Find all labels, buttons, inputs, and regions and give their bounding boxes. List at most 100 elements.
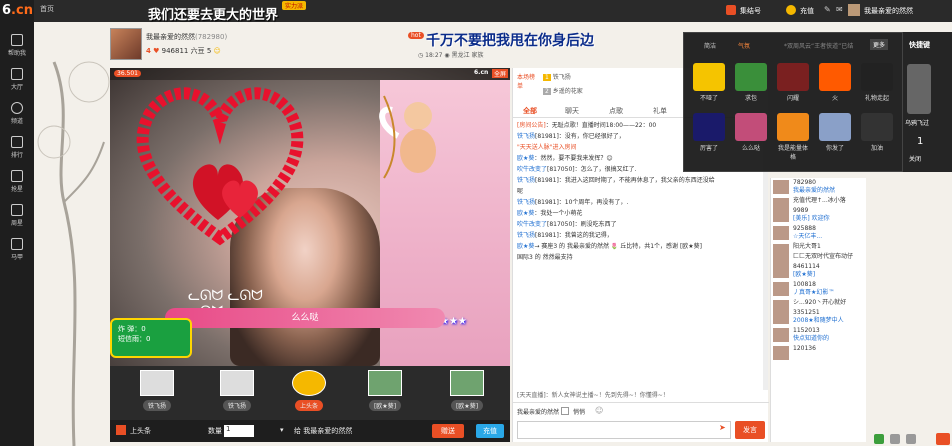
tab-all[interactable]: 全部 <box>523 106 537 116</box>
home-link[interactable]: 首页 <box>40 4 54 14</box>
user-list-item[interactable]: 8461114 [欧★葵] <box>771 262 866 280</box>
chat-message-user[interactable]: 吹牛改变了 <box>517 221 547 228</box>
private-checkbox[interactable] <box>561 407 569 415</box>
chat-message-user[interactable]: "天天送人脉"进入房间 <box>517 144 577 151</box>
chat-message-text: 国际3 的 然然最支持 <box>517 254 573 261</box>
user-list-item[interactable]: 阳光大哥1 <box>771 242 866 258</box>
user-list-item[interactable]: 9989 [美乐] 欢迎你 <box>771 206 866 224</box>
recharge-link[interactable]: 充值 <box>800 6 814 16</box>
user-list-item[interactable]: 925888 ☆天亿丰... <box>771 224 866 242</box>
rank-slot[interactable]: 铁飞扬 <box>130 370 184 416</box>
rank-top-2[interactable]: 2 乡遥的花家 <box>543 86 583 95</box>
headline-slot[interactable]: 上头条 <box>282 370 336 416</box>
chat-input[interactable] <box>517 421 731 439</box>
chat-message-user[interactable]: 铁飞扬 <box>517 133 535 140</box>
user-name: 8461114 <box>793 263 820 270</box>
rank-slot[interactable]: [欧★葵] <box>358 370 412 416</box>
tab-chat[interactable]: 聊天 <box>565 106 579 116</box>
chevron-down-icon[interactable]: ▾ <box>280 426 284 434</box>
user-list-item[interactable]: 120136 <box>771 344 866 360</box>
user-list-item[interactable]: 100818 丿真哥★幻影™ <box>771 280 866 298</box>
emoticon-item[interactable]: 你发了 <box>818 113 852 153</box>
emoticon-item[interactable]: 厉害了 <box>692 113 726 153</box>
emoticon-label: 礼物走起 <box>864 95 889 102</box>
chat-icon[interactable] <box>874 434 884 444</box>
count-label: 数量 <box>208 427 222 435</box>
mail-footer-icon[interactable] <box>890 434 900 444</box>
avatar <box>773 226 789 240</box>
fullscreen-button[interactable]: 全屏 <box>492 69 509 78</box>
send-arrow-icon[interactable]: ➤ <box>719 423 726 432</box>
user-list-item[interactable]: 充值代理↑...冰小落 <box>771 196 866 212</box>
chat-message-user[interactable]: 铁飞扬 <box>517 199 535 206</box>
gift-footer-icon[interactable] <box>936 433 950 445</box>
chat-message-user[interactable]: 铁飞扬 <box>517 177 535 184</box>
user-list-item[interactable]: 1152013 快点知道你的 <box>771 326 866 344</box>
cat-emoji-effect: ᓚᘏᗢ ᓚᘏᗢ ᓚᘏᗢ <box>188 288 263 320</box>
user-name: 782980 <box>793 179 816 186</box>
chat-message-text: ：无耻点歌！直播时间18:00——22：00 <box>545 122 657 129</box>
emoticon-item[interactable]: 闪耀 <box>776 63 810 103</box>
tab-songs[interactable]: 点歌 <box>609 106 623 116</box>
emoticon-item[interactable]: 么么哒 <box>734 113 768 153</box>
bangfu-link[interactable]: 集结号 <box>740 6 761 16</box>
sidebar-item-channel[interactable]: 频道 <box>0 98 34 128</box>
chat-message-text: [81981]：10个周年，再没有了，. <box>535 199 629 206</box>
gift-ribbon: 么么哒 <box>165 308 445 328</box>
chat-message: 欧★葵：我处一个小萌花 <box>513 208 763 219</box>
emoticon-label: 么么哒 <box>741 145 760 152</box>
sidebar-item-weekstar[interactable]: 周星 <box>0 200 34 230</box>
emoticon-image <box>693 63 725 91</box>
mail-icon[interactable]: ✉ <box>836 5 843 14</box>
chat-message-user[interactable]: 铁飞扬 <box>517 232 535 239</box>
user-list-item[interactable]: 3351251 2008★和随梦中人 <box>771 308 866 326</box>
emoticon-image <box>861 63 893 91</box>
emoticon-item[interactable]: 我是能量体格 <box>776 113 810 161</box>
chat-message-user[interactable]: 欧★葵 <box>517 210 534 217</box>
chat-message-user[interactable]: 欧★葵 <box>517 155 534 162</box>
smile-icon[interactable]: ☺ <box>595 406 603 415</box>
gift-target[interactable]: 给 我最亲爱的然然 <box>294 426 352 436</box>
user-list-item[interactable]: 782980 我最亲爱的然然 <box>771 178 866 196</box>
sidebar-item-rank[interactable]: 排行 <box>0 132 34 162</box>
headline-label[interactable]: 上头条 <box>130 426 151 436</box>
sidebar-item-vest[interactable]: 马甲 <box>0 234 34 264</box>
quick-key-panel: 快捷键 乌鸦飞过 1 关闭 <box>903 32 952 172</box>
settings-icon[interactable] <box>906 434 916 444</box>
gift-count-input[interactable]: 1 <box>224 425 254 437</box>
user-list-item[interactable]: 匚匚无双时代宣布动仔 <box>771 252 866 268</box>
tab-atmosphere[interactable]: 气氛 <box>738 41 750 50</box>
sidebar-item-help[interactable]: 帮助我 <box>0 30 34 60</box>
recharge-button[interactable]: 充值 <box>476 424 504 438</box>
sidebar-item-grab[interactable]: 抢星 <box>0 166 34 196</box>
close-quick-key[interactable]: 关闭 <box>909 154 921 163</box>
sidebar-item-hall[interactable]: 大厅 <box>0 64 34 94</box>
emoticon-item[interactable]: 不哑了 <box>692 63 726 103</box>
user-avatar[interactable] <box>848 4 860 16</box>
anchor-badge: 实力派 <box>282 1 307 10</box>
user-list-item[interactable]: シ...920丶开心就好 <box>771 298 866 314</box>
emoticon-item[interactable]: 求包 <box>734 63 768 103</box>
anchor-avatar[interactable] <box>110 28 142 60</box>
rank-slot[interactable]: [欧★葵] <box>440 370 494 416</box>
edit-icon[interactable]: ✎ <box>824 5 831 14</box>
send-gift-button[interactable]: 赠送 <box>432 424 464 438</box>
emoticon-image <box>819 63 851 91</box>
more-emoticons-button[interactable]: 更多 <box>870 39 889 50</box>
rank-top-1[interactable]: 1 铁飞扬 <box>543 72 571 81</box>
emoticon-item[interactable]: 礼物走起 <box>860 63 894 103</box>
gift-package-panel[interactable]: 炸 弹：0 短信雨：0 <box>110 318 192 358</box>
chat-target[interactable]: 我最亲爱的然然 <box>517 407 559 416</box>
site-logo[interactable]: 6.cn <box>0 0 34 22</box>
tab-gifts[interactable]: 礼单 <box>653 106 667 116</box>
quick-key-item[interactable] <box>907 64 931 114</box>
current-user-name[interactable]: 我最亲爱的然然 <box>864 6 913 16</box>
chat-message-user[interactable]: 欧★葵 <box>517 243 534 250</box>
chat-message-user[interactable]: [房间公告] <box>517 122 546 129</box>
tab-simple[interactable]: 简洁 <box>704 41 716 50</box>
chat-message-user[interactable]: 吹牛改变了 <box>517 166 547 173</box>
send-chat-button[interactable]: 发言 <box>735 421 765 439</box>
rank-slot[interactable]: 铁飞扬 <box>210 370 264 416</box>
emoticon-item[interactable]: 加油 <box>860 113 894 153</box>
emoticon-item[interactable]: 火 <box>818 63 852 103</box>
